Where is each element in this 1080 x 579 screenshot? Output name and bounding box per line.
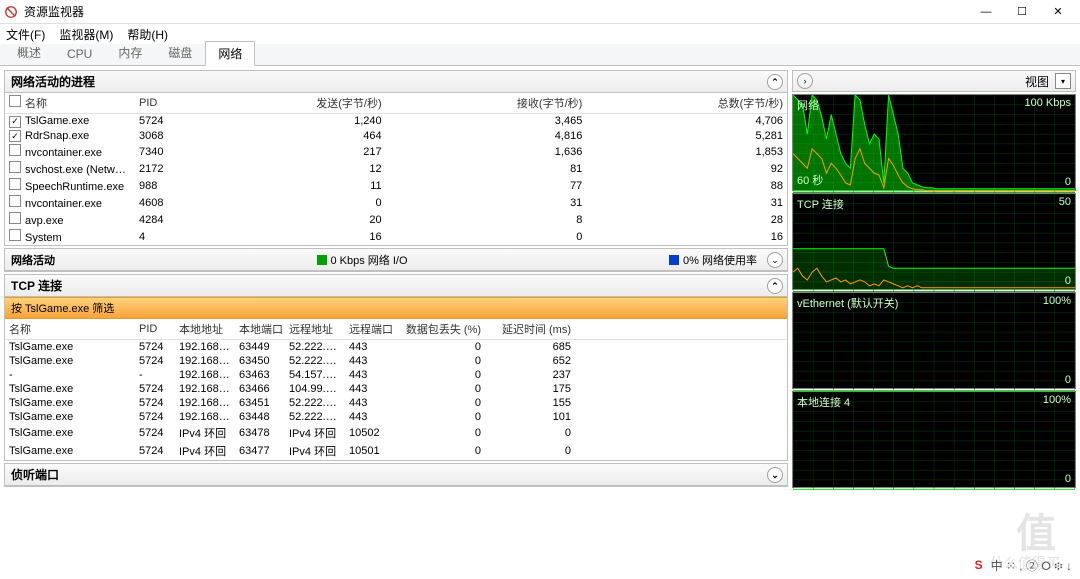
tcp-col-loss[interactable]: 数据包丢失 (%) [395,319,485,340]
tcp-table: 名称 PID 本地地址 本地端口 远程地址 远程端口 数据包丢失 (%) 延迟时… [5,319,787,460]
network-activity-title: 网络活动 [11,252,55,268]
row-checkbox[interactable]: ✓ [9,116,21,128]
graph: 网络 100 Kbps 60 秒 0 [792,94,1076,191]
tcp-col-rport[interactable]: 远程端口 [345,319,395,340]
tabstrip: 概述 CPU 内存 磁盘 网络 [0,44,1080,66]
titlebar: 资源监视器 — ☐ ✕ [0,0,1080,24]
col-send[interactable]: 发送(字节/秒) [185,93,386,114]
row-checkbox[interactable] [9,144,21,156]
graph-title: 网络 [797,97,819,113]
tcp-col-name[interactable]: 名称 [5,319,135,340]
row-checkbox[interactable] [9,212,21,224]
tab-cpu[interactable]: CPU [54,43,105,65]
tcp-col-laddr[interactable]: 本地地址 [175,319,235,340]
row-checkbox[interactable] [9,229,21,241]
collapse-icon[interactable]: ⌃ [767,278,783,294]
io-swatch-icon [317,255,327,265]
graph-zero: 0 [1065,275,1071,287]
graph-scale: 100% [1043,394,1071,406]
graph-zero: 0 [1065,473,1071,485]
tcp-panel: TCP 连接 ⌃ 按 TslGame.exe 筛选 名称 PID 本地地址 本地… [4,274,788,461]
taskbar: S 中 ⁙ , ② ⭘ ፨ ↓ [0,551,1080,579]
table-row[interactable]: TslGame.exe5724192.168.3...6345152.222.2… [5,396,787,410]
processes-table: 名称 PID 发送(字节/秒) 接收(字节/秒) 总数(字节/秒) ✓TslGa… [5,93,787,245]
listen-panel-header[interactable]: 侦听端口 ⌄ [5,464,787,486]
tab-overview[interactable]: 概述 [4,40,54,65]
col-pid[interactable]: PID [135,93,185,114]
view-label: 视图 [1025,73,1049,90]
tcp-col-lat[interactable]: 延迟时间 (ms) [485,319,575,340]
table-row[interactable]: TslGame.exe5724192.168.3...63466104.99.2… [5,382,787,396]
table-row[interactable]: TslGame.exe5724IPv4 环回63478IPv4 环回105020… [5,424,787,442]
col-total[interactable]: 总数(字节/秒) [586,93,787,114]
table-row[interactable]: TslGame.exe5724192.168.3...6345052.222.2… [5,354,787,368]
col-recv[interactable]: 接收(字节/秒) [386,93,587,114]
checkbox-all[interactable] [9,95,21,107]
table-row[interactable]: System416016 [5,228,787,245]
tcp-col-pid[interactable]: PID [135,319,175,340]
graph: TCP 连接 50 0 [792,193,1076,290]
row-checkbox[interactable] [9,161,21,173]
listen-panel: 侦听端口 ⌄ [4,463,788,487]
listen-panel-title: 侦听端口 [11,466,59,483]
graph-scale: 50 [1059,196,1071,208]
graph: vEthernet (默认开关) 100% 0 [792,292,1076,389]
row-checkbox[interactable] [9,178,21,190]
close-button[interactable]: ✕ [1040,1,1076,23]
tab-network[interactable]: 网络 [205,41,255,66]
table-row[interactable]: nvcontainer.exe460803131 [5,194,787,211]
graph-title: TCP 连接 [797,196,844,212]
graph-title: vEthernet (默认开关) [797,295,898,311]
expand-left-icon[interactable]: › [797,73,813,89]
graph-scale: 100% [1043,295,1071,307]
graph-zero: 0 [1065,374,1071,386]
col-name[interactable]: 名称 [5,93,135,114]
table-row[interactable]: --192.168.3...6346354.157.76...4430237 [5,368,787,382]
tab-memory[interactable]: 内存 [105,40,155,65]
table-row[interactable]: TslGame.exe5724192.168.3...6344852.222.2… [5,410,787,424]
network-io-label: 0 Kbps 网络 I/O [331,252,408,268]
graph-scale: 100 Kbps [1025,97,1071,109]
table-row[interactable]: ✓TslGame.exe57241,2403,4654,706 [5,114,787,129]
collapse-icon[interactable]: ⌄ [767,252,783,268]
tcp-col-lport[interactable]: 本地端口 [235,319,285,340]
table-row[interactable]: TslGame.exe5724192.168.3...6344952.222.2… [5,340,787,355]
network-util-label: 0% 网络使用率 [683,252,757,268]
tcp-panel-title: TCP 连接 [11,277,62,294]
processes-panel-header[interactable]: 网络活动的进程 ⌃ [5,71,787,93]
network-activity-header[interactable]: 网络活动 0 Kbps 网络 I/O 0% 网络使用率 ⌄ [5,249,787,271]
table-row[interactable]: ✓RdrSnap.exe30684644,8165,281 [5,129,787,144]
ime-icon[interactable]: S [975,558,983,572]
tcp-panel-header[interactable]: TCP 连接 ⌃ [5,275,787,297]
table-row[interactable]: nvcontainer.exe73402171,6361,853 [5,143,787,160]
graph-xlabel: 60 秒 [797,172,823,188]
graph-title: 本地连接 4 [797,394,850,410]
row-checkbox[interactable] [9,195,21,207]
tray-text: 中 ⁙ , ② ⭘ ፨ ↓ [991,557,1072,574]
processes-panel-title: 网络活动的进程 [11,73,95,90]
tcp-col-raddr[interactable]: 远程地址 [285,319,345,340]
graph-zero: 0 [1065,176,1071,188]
collapse-icon[interactable]: ⌃ [767,74,783,90]
table-row[interactable]: svchost.exe (NetworkService...2172128192 [5,160,787,177]
table-row[interactable]: TslGame.exe5724IPv4 环回63477IPv4 环回105010… [5,442,787,460]
graphs-toolbar: › 视图 ▾ [792,70,1076,92]
view-dropdown[interactable]: ▾ [1055,73,1071,89]
window-title: 资源监视器 [24,3,968,20]
maximize-button[interactable]: ☐ [1004,1,1040,23]
tab-disk[interactable]: 磁盘 [155,40,205,65]
row-checkbox[interactable]: ✓ [9,130,21,142]
graph: 本地连接 4 100% 0 [792,391,1076,488]
table-row[interactable]: avp.exe428420828 [5,211,787,228]
network-activity-panel: 网络活动 0 Kbps 网络 I/O 0% 网络使用率 ⌄ [4,248,788,272]
processes-panel: 网络活动的进程 ⌃ 名称 PID 发送(字节/秒) 接收(字节/秒) 总数(字节… [4,70,788,246]
app-icon [4,5,18,19]
collapse-icon[interactable]: ⌄ [767,467,783,483]
tcp-filter-bar[interactable]: 按 TslGame.exe 筛选 [5,297,787,319]
minimize-button[interactable]: — [968,1,1004,23]
table-row[interactable]: SpeechRuntime.exe988117788 [5,177,787,194]
util-swatch-icon [669,255,679,265]
